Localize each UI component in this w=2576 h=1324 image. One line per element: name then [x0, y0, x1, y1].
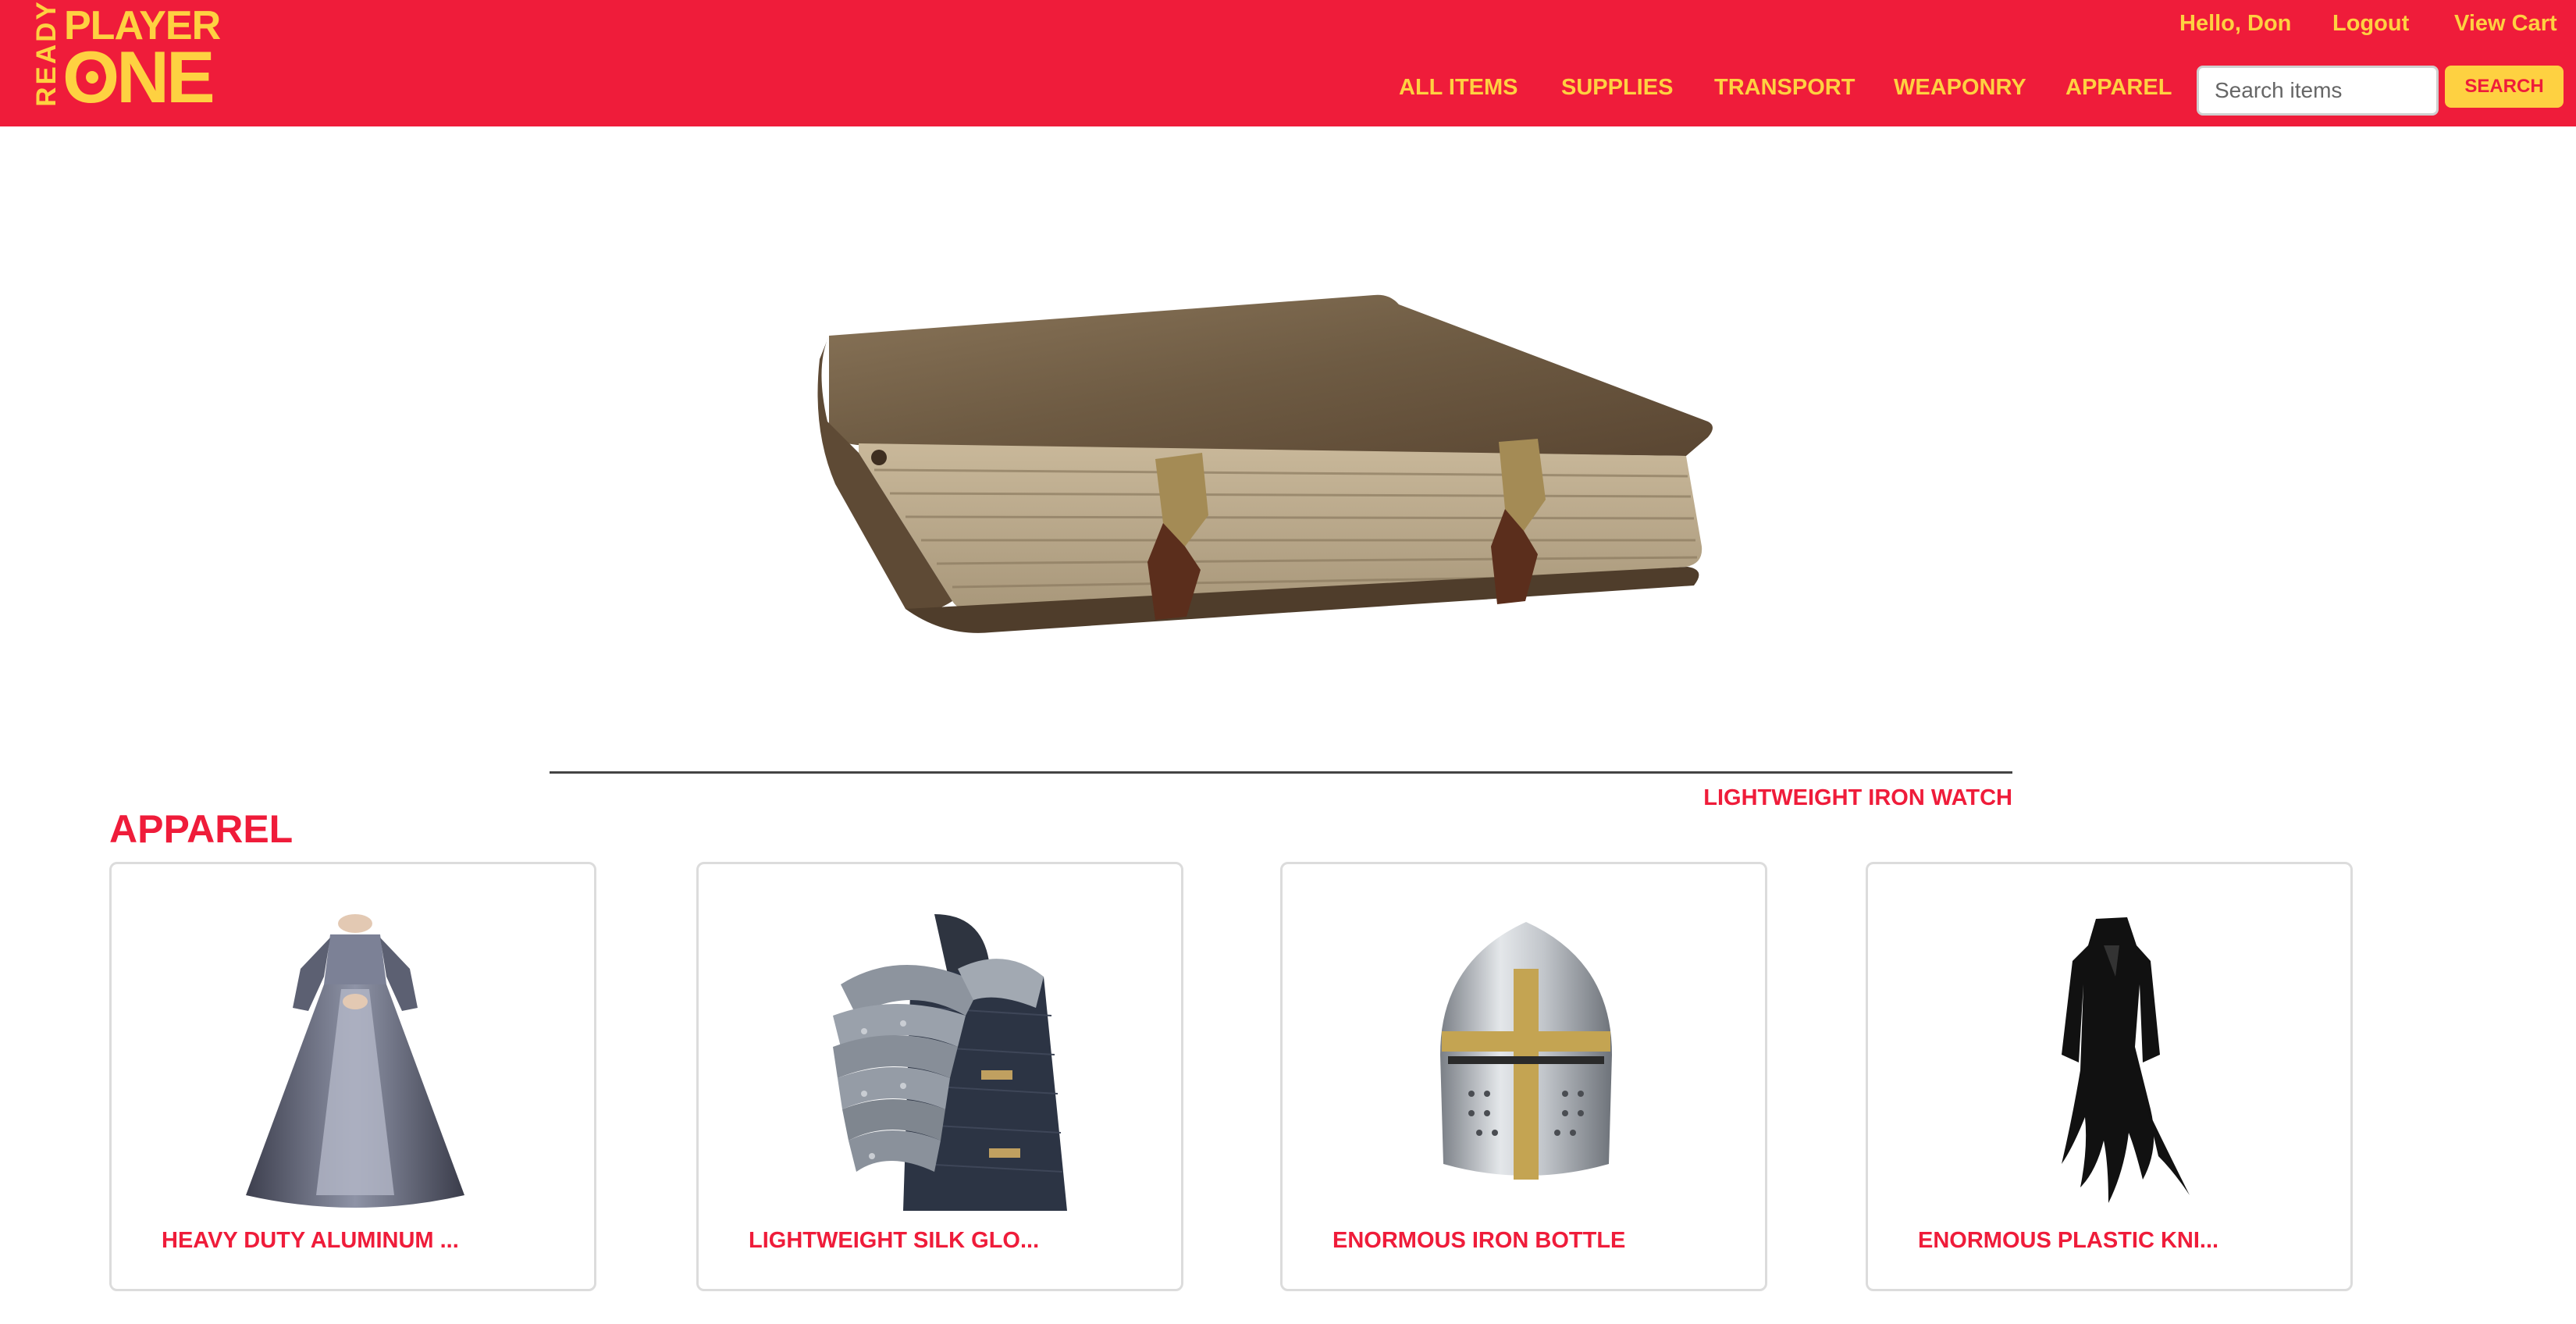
- product-image: [199, 914, 511, 1211]
- product-name[interactable]: HEAVY DUTY ALUMINUM ...: [162, 1225, 459, 1256]
- logo-ready-text: READY: [31, 0, 62, 107]
- header-bar: READY PLAYER ONE Hello, Don Logout View …: [0, 0, 2576, 126]
- product-image: [786, 914, 1098, 1211]
- knight-helmet-image: [1440, 922, 1612, 1180]
- product-card[interactable]: HEAVY DUTY ALUMINUM ...: [109, 862, 596, 1291]
- nav-transport[interactable]: TRANSPORT: [1714, 72, 1855, 103]
- search-input[interactable]: [2197, 66, 2439, 116]
- ready-player-one-logo[interactable]: READY PLAYER ONE: [31, 0, 221, 114]
- black-dress-image: [2062, 917, 2190, 1203]
- hero-image[interactable]: [812, 289, 1717, 679]
- product-name[interactable]: LIGHTWEIGHT SILK GLO...: [749, 1225, 1039, 1256]
- nav-apparel[interactable]: APPAREL: [2065, 72, 2172, 103]
- product-card[interactable]: ENORMOUS PLASTIC KNI...: [1866, 862, 2353, 1291]
- product-image: [1370, 914, 1682, 1211]
- armor-pauldron-image: [833, 914, 1067, 1211]
- nav-supplies[interactable]: SUPPLIES: [1561, 72, 1673, 103]
- antique-book-image: [817, 294, 1713, 633]
- product-image: [1955, 914, 2268, 1211]
- nav-all-items[interactable]: ALL ITEMS: [1399, 72, 1518, 103]
- view-cart-link[interactable]: View Cart: [2454, 8, 2557, 39]
- section-title: APPAREL: [109, 807, 294, 851]
- hero-divider: [550, 771, 2012, 774]
- search-button[interactable]: SEARCH: [2445, 66, 2564, 108]
- greeting-text: Hello, Don: [2179, 11, 2292, 36]
- product-card[interactable]: LIGHTWEIGHT SILK GLO...: [696, 862, 1183, 1291]
- logout-link[interactable]: Logout: [2332, 8, 2409, 39]
- product-card[interactable]: ENORMOUS IRON BOTTLE: [1280, 862, 1767, 1291]
- product-name[interactable]: ENORMOUS PLASTIC KNI...: [1918, 1225, 2218, 1256]
- logo-ring-dot: [86, 71, 98, 84]
- ball-gown-image: [246, 914, 464, 1208]
- product-name[interactable]: ENORMOUS IRON BOTTLE: [1332, 1225, 1625, 1256]
- hero-caption-link[interactable]: LIGHTWEIGHT IRON WATCH: [1483, 784, 2012, 812]
- nav-weaponry[interactable]: WEAPONRY: [1894, 72, 2026, 103]
